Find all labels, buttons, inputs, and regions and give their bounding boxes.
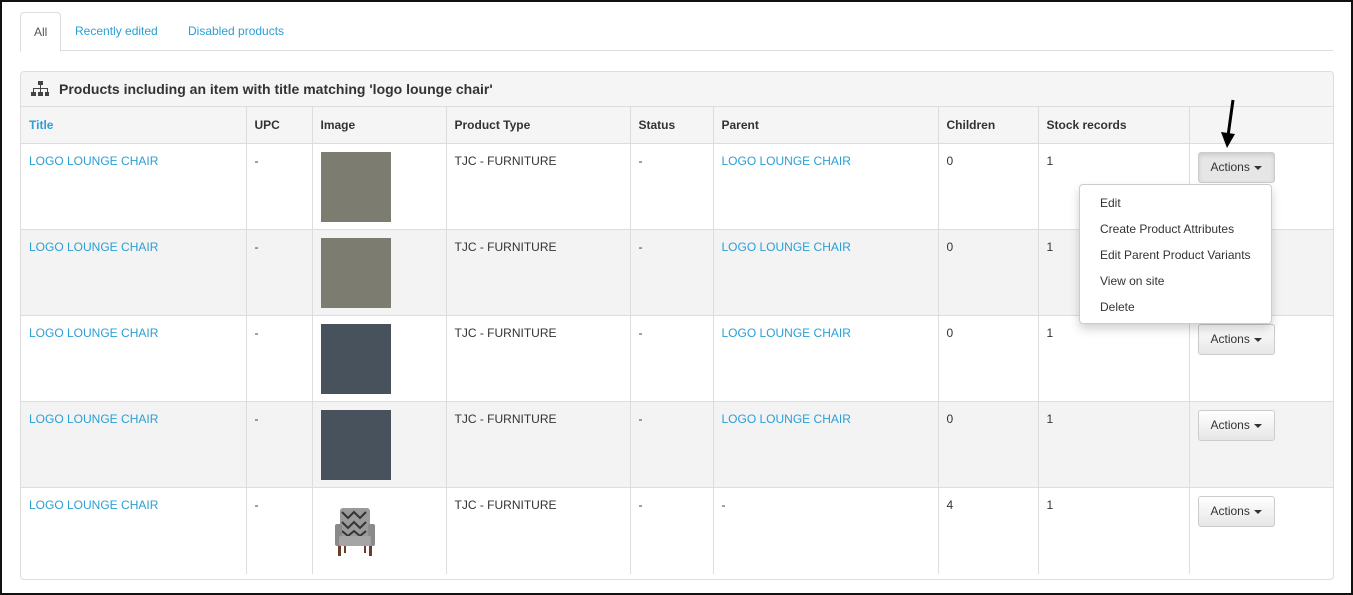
table-row: LOGO LOUNGE CHAIR - TJC - FURNITURE - LO…: [21, 401, 1333, 488]
column-header-actions: [1189, 107, 1333, 144]
product-image-swatch[interactable]: [320, 324, 391, 394]
product-type-cell: TJC - FURNITURE: [446, 487, 631, 574]
actions-button-label: Actions: [1210, 160, 1250, 174]
children-cell: 0: [938, 315, 1039, 402]
products-table: Title UPC Image Product Type Status Pare…: [21, 107, 1333, 574]
column-header-upc: UPC: [246, 107, 313, 144]
parent-link[interactable]: LOGO LOUNGE CHAIR: [722, 240, 851, 254]
upc-cell: -: [246, 143, 313, 230]
tab-recently-edited[interactable]: Recently edited: [62, 12, 171, 50]
product-type-cell: TJC - FURNITURE: [446, 143, 631, 230]
product-title-link[interactable]: LOGO LOUNGE CHAIR: [29, 326, 158, 340]
caret-down-icon: [1253, 337, 1262, 342]
actions-button[interactable]: Actions: [1197, 410, 1275, 441]
menu-item-edit[interactable]: Edit: [1080, 190, 1271, 216]
column-header-title[interactable]: Title: [21, 107, 247, 144]
status-cell: -: [630, 315, 714, 402]
product-type-cell: TJC - FURNITURE: [446, 229, 631, 316]
actions-button[interactable]: Actions: [1197, 152, 1275, 183]
products-panel: Products including an item with title ma…: [20, 71, 1334, 580]
upc-cell: -: [246, 401, 313, 488]
caret-down-icon: [1253, 165, 1262, 170]
upc-cell: -: [246, 315, 313, 402]
status-cell: -: [630, 401, 714, 488]
product-title-link[interactable]: LOGO LOUNGE CHAIR: [29, 412, 158, 426]
children-cell: 0: [938, 143, 1039, 230]
product-tabs: All Recently edited Disabled products: [20, 12, 1333, 52]
status-cell: -: [630, 487, 714, 574]
column-header-product-type: Product Type: [446, 107, 631, 144]
status-cell: -: [630, 143, 714, 230]
menu-item-view-on-site[interactable]: View on site: [1080, 268, 1271, 294]
product-title-link[interactable]: LOGO LOUNGE CHAIR: [29, 240, 158, 254]
actions-dropdown-menu: Edit Create Product Attributes Edit Pare…: [1079, 184, 1272, 324]
product-image-swatch[interactable]: [320, 152, 391, 222]
tab-all[interactable]: All: [20, 12, 62, 52]
stock-records-cell: 1: [1038, 487, 1190, 574]
table-row: LOGO LOUNGE CHAIR - TJC - FURNITURE - - …: [21, 487, 1333, 574]
caret-down-icon: [1253, 509, 1262, 514]
annotation-arrow-icon: [1221, 99, 1235, 148]
table-row: LOGO LOUNGE CHAIR - TJC - FURNITURE - LO…: [21, 315, 1333, 402]
product-type-cell: TJC - FURNITURE: [446, 315, 631, 402]
table-header-row: Title UPC Image Product Type Status Pare…: [21, 107, 1333, 144]
column-header-image: Image: [312, 107, 447, 144]
caret-down-icon: [1253, 423, 1262, 428]
actions-button[interactable]: Actions: [1197, 324, 1275, 355]
children-cell: 0: [938, 401, 1039, 488]
children-cell: 0: [938, 229, 1039, 316]
product-type-cell: TJC - FURNITURE: [446, 401, 631, 488]
menu-item-create-product-attributes[interactable]: Create Product Attributes: [1080, 216, 1271, 242]
column-header-status: Status: [630, 107, 714, 144]
actions-button-label: Actions: [1210, 504, 1250, 518]
sitemap-icon: [31, 81, 49, 96]
column-header-parent: Parent: [713, 107, 939, 144]
menu-item-delete[interactable]: Delete: [1080, 294, 1271, 320]
panel-heading: Products including an item with title ma…: [21, 72, 1333, 107]
product-image-swatch[interactable]: [320, 238, 391, 308]
parent-link[interactable]: LOGO LOUNGE CHAIR: [722, 412, 851, 426]
column-header-children: Children: [938, 107, 1039, 144]
panel-title: Products including an item with title ma…: [59, 81, 493, 97]
product-title-link[interactable]: LOGO LOUNGE CHAIR: [29, 154, 158, 168]
upc-cell: -: [246, 487, 313, 574]
product-image-swatch[interactable]: [320, 410, 391, 480]
parent-link[interactable]: LOGO LOUNGE CHAIR: [722, 326, 851, 340]
menu-item-edit-parent-product-variants[interactable]: Edit Parent Product Variants: [1080, 242, 1271, 268]
column-header-stock-records: Stock records: [1038, 107, 1190, 144]
children-cell: 4: [938, 487, 1039, 574]
status-cell: -: [630, 229, 714, 316]
actions-button-label: Actions: [1210, 332, 1250, 346]
actions-button-label: Actions: [1210, 418, 1250, 432]
chair-image[interactable]: [321, 498, 391, 568]
stock-records-cell: 1: [1038, 401, 1190, 488]
actions-button[interactable]: Actions: [1197, 496, 1275, 527]
upc-cell: -: [246, 229, 313, 316]
tab-disabled-products[interactable]: Disabled products: [175, 12, 297, 50]
product-title-link[interactable]: LOGO LOUNGE CHAIR: [29, 498, 158, 512]
parent-cell: -: [713, 487, 939, 574]
stock-records-cell: 1: [1038, 315, 1190, 402]
parent-link[interactable]: LOGO LOUNGE CHAIR: [722, 154, 851, 168]
